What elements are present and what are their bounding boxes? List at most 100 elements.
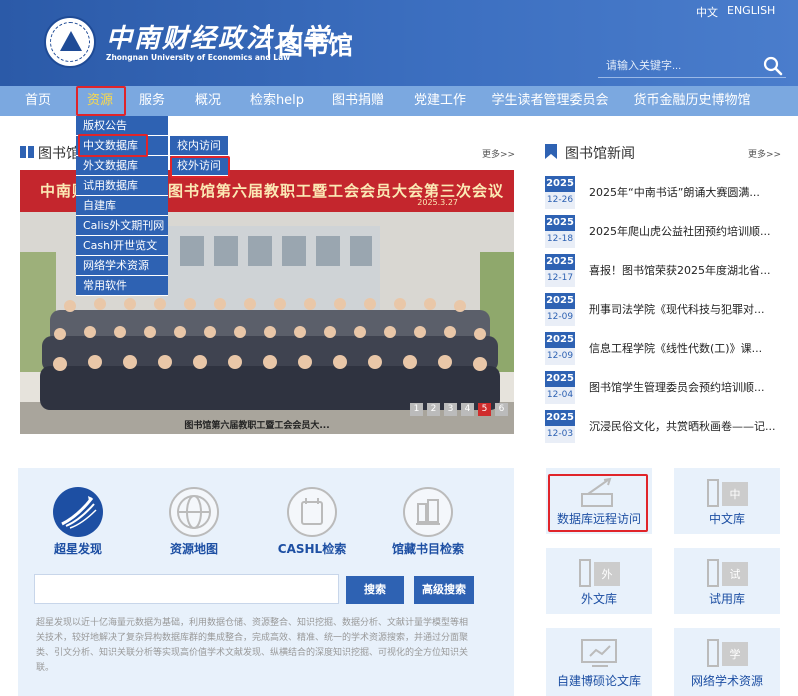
- news-date-badge: 2025 12-17: [545, 254, 575, 288]
- thesis-db-icon: [581, 639, 617, 667]
- nav-services[interactable]: 服务: [128, 86, 176, 116]
- tile-remote-db-access[interactable]: 数据库远程访问: [546, 468, 652, 534]
- tile-icon-char: 学: [730, 647, 741, 661]
- advanced-search-button[interactable]: 高级搜索: [414, 576, 474, 604]
- news-item[interactable]: 2025 12-03 沉浸民俗文化，共赏晒秋画卷——记...: [545, 410, 781, 446]
- library-title: 图书馆: [278, 31, 354, 60]
- news-date-badge: 2025 12-09: [545, 293, 575, 327]
- news-day: 12-18: [545, 231, 575, 248]
- cashl-search-icon[interactable]: [286, 486, 338, 538]
- news-item[interactable]: 2025 12-09 信息工程学院《线性代数(工)》课...: [545, 332, 781, 368]
- news-date-badge: 2025 12-03: [545, 410, 575, 444]
- nav-search-help[interactable]: 检索help: [242, 86, 312, 116]
- more-link-left[interactable]: 更多>>: [482, 147, 515, 160]
- tile-web-academic[interactable]: 学 网络学术资源: [674, 628, 780, 696]
- dd-chinese-databases[interactable]: 中文数据库: [76, 136, 168, 156]
- tile-chinese-db[interactable]: 中 中文库: [674, 468, 780, 534]
- discovery-search-button[interactable]: 搜索: [346, 576, 404, 604]
- news-item[interactable]: 2025 12-04 图书馆学生管理委员会预约培训顺...: [545, 371, 781, 407]
- resource-map-icon[interactable]: [168, 486, 220, 538]
- chinese-db-icon: 中: [707, 479, 748, 507]
- slide-page-5[interactable]: 5: [478, 403, 491, 416]
- tile-thesis-db[interactable]: 自建博硕论文库: [546, 628, 652, 696]
- search-icon[interactable]: [762, 56, 784, 76]
- banner-date: 2025.3.27: [417, 198, 458, 207]
- dd-trial-databases[interactable]: 试用数据库: [76, 176, 168, 196]
- tile-icon-char: 试: [730, 568, 741, 581]
- tile-label: 数据库远程访问: [556, 512, 641, 526]
- news-item[interactable]: 2025 12-18 2025年爬山虎公益社团预约培训顺...: [545, 215, 781, 251]
- cashl-search-label[interactable]: CASHL检索: [262, 540, 362, 557]
- slide-page-2[interactable]: 2: [427, 403, 440, 416]
- dd-self-built-databases[interactable]: 自建库: [76, 196, 168, 216]
- dd-common-software[interactable]: 常用软件: [76, 276, 168, 296]
- news-day: 12-09: [545, 348, 575, 365]
- news-title[interactable]: 沉浸民俗文化，共赏晒秋画卷——记...: [589, 418, 776, 434]
- news-section-title: 图书馆新闻: [565, 146, 635, 162]
- school-name-en: Zhongnan University of Economics and Law: [106, 53, 291, 62]
- dd-copyright-notice[interactable]: 版权公告: [76, 116, 168, 136]
- header-search: [598, 54, 786, 78]
- nav-party-work[interactable]: 党建工作: [408, 86, 472, 116]
- slide-caption[interactable]: 图书馆第六届教职工暨工会会员大...: [0, 418, 514, 431]
- news-title[interactable]: 喜报！图书馆荣获2025年度湖北省...: [589, 262, 770, 278]
- sub-on-campus-access[interactable]: 校内访问: [170, 136, 228, 156]
- news-title[interactable]: 2025年“中南书话”朗诵大赛圆满...: [589, 184, 760, 200]
- tile-icon-char: 外: [602, 568, 613, 581]
- university-seal-logo[interactable]: [44, 16, 96, 68]
- dd-web-academic-resources[interactable]: 网络学术资源: [76, 256, 168, 276]
- nav-currency-museum[interactable]: 货币金融历史博物馆: [630, 86, 754, 116]
- discovery-search-input[interactable]: [34, 574, 339, 604]
- tile-label: 试用库: [708, 592, 745, 606]
- foreign-db-icon: 外: [579, 559, 620, 587]
- nav-book-donation[interactable]: 图书捐赠: [326, 86, 390, 116]
- news-title[interactable]: 2025年爬山虎公益社团预约培训顺...: [589, 223, 770, 239]
- news-title[interactable]: 图书馆学生管理委员会预约培训顺...: [589, 379, 765, 395]
- tile-foreign-db[interactable]: 外 外文库: [546, 548, 652, 614]
- news-title[interactable]: 刑事司法学院《现代科技与犯罪对...: [589, 301, 765, 317]
- tile-label: 外文库: [580, 592, 617, 606]
- news-year: 2025: [545, 371, 575, 387]
- news-item[interactable]: 2025 12-26 2025年“中南书话”朗诵大赛圆满...: [545, 176, 781, 212]
- news-day: 12-04: [545, 387, 575, 404]
- news-date-badge: 2025 12-09: [545, 332, 575, 366]
- dd-foreign-databases[interactable]: 外文数据库: [76, 156, 168, 176]
- nav-student-committee[interactable]: 学生读者管理委员会: [488, 86, 612, 116]
- lang-cn-link[interactable]: 中文: [696, 4, 718, 20]
- site-header: 中南财经政法大学 Zhongnan University of Economic…: [0, 0, 798, 86]
- news-item[interactable]: 2025 12-17 喜报！图书馆荣获2025年度湖北省...: [545, 254, 781, 290]
- tile-trial-db[interactable]: 试 试用库: [674, 548, 780, 614]
- slide-page-6[interactable]: 6: [495, 403, 508, 416]
- dd-calis-journals[interactable]: Calis外文期刊网: [76, 216, 168, 236]
- dd-cashl[interactable]: Cashl开世览文: [76, 236, 168, 256]
- slide-page-1[interactable]: 1: [410, 403, 423, 416]
- news-year: 2025: [545, 332, 575, 348]
- news-day: 12-03: [545, 426, 575, 443]
- nav-resources[interactable]: 资源: [76, 86, 124, 116]
- news-title[interactable]: 信息工程学院《线性代数(工)》课...: [589, 340, 762, 356]
- slide-page-3[interactable]: 3: [444, 403, 457, 416]
- tile-label: 自建博硕论文库: [556, 674, 641, 688]
- sub-off-campus-access[interactable]: 校外访问: [170, 156, 228, 176]
- nav-overview[interactable]: 概况: [184, 86, 232, 116]
- lang-en-link[interactable]: ENGLISH: [727, 4, 775, 17]
- chaoxing-discovery-icon[interactable]: [52, 486, 104, 538]
- news-item[interactable]: 2025 12-09 刑事司法学院《现代科技与犯罪对...: [545, 293, 781, 329]
- catalog-search-label[interactable]: 馆藏书目检索: [378, 540, 478, 557]
- slide-page-4[interactable]: 4: [461, 403, 474, 416]
- tile-label: 网络学术资源: [690, 674, 763, 688]
- resource-map-label[interactable]: 资源地图: [144, 540, 244, 557]
- discovery-description: 超星发现以近十亿海量元数据为基础，利用数据仓储、资源整合、知识挖掘、数据分析、文…: [36, 618, 469, 673]
- more-link-news[interactable]: 更多>>: [748, 147, 781, 160]
- news-year: 2025: [545, 254, 575, 270]
- nav-home[interactable]: 首页: [14, 86, 62, 116]
- remote-access-icon: [581, 477, 613, 507]
- tile-label: 中文库: [708, 512, 745, 526]
- bookmark-icon: [545, 144, 557, 159]
- chaoxing-discovery-label[interactable]: 超星发现: [28, 540, 128, 557]
- news-date-badge: 2025 12-04: [545, 371, 575, 405]
- search-input[interactable]: [606, 57, 756, 75]
- main-nav: 首页 资源 服务 概况 检索help 图书捐赠 党建工作 学生读者管理委员会 货…: [0, 86, 798, 116]
- catalog-search-icon[interactable]: [402, 486, 454, 538]
- header-divider: [268, 24, 270, 58]
